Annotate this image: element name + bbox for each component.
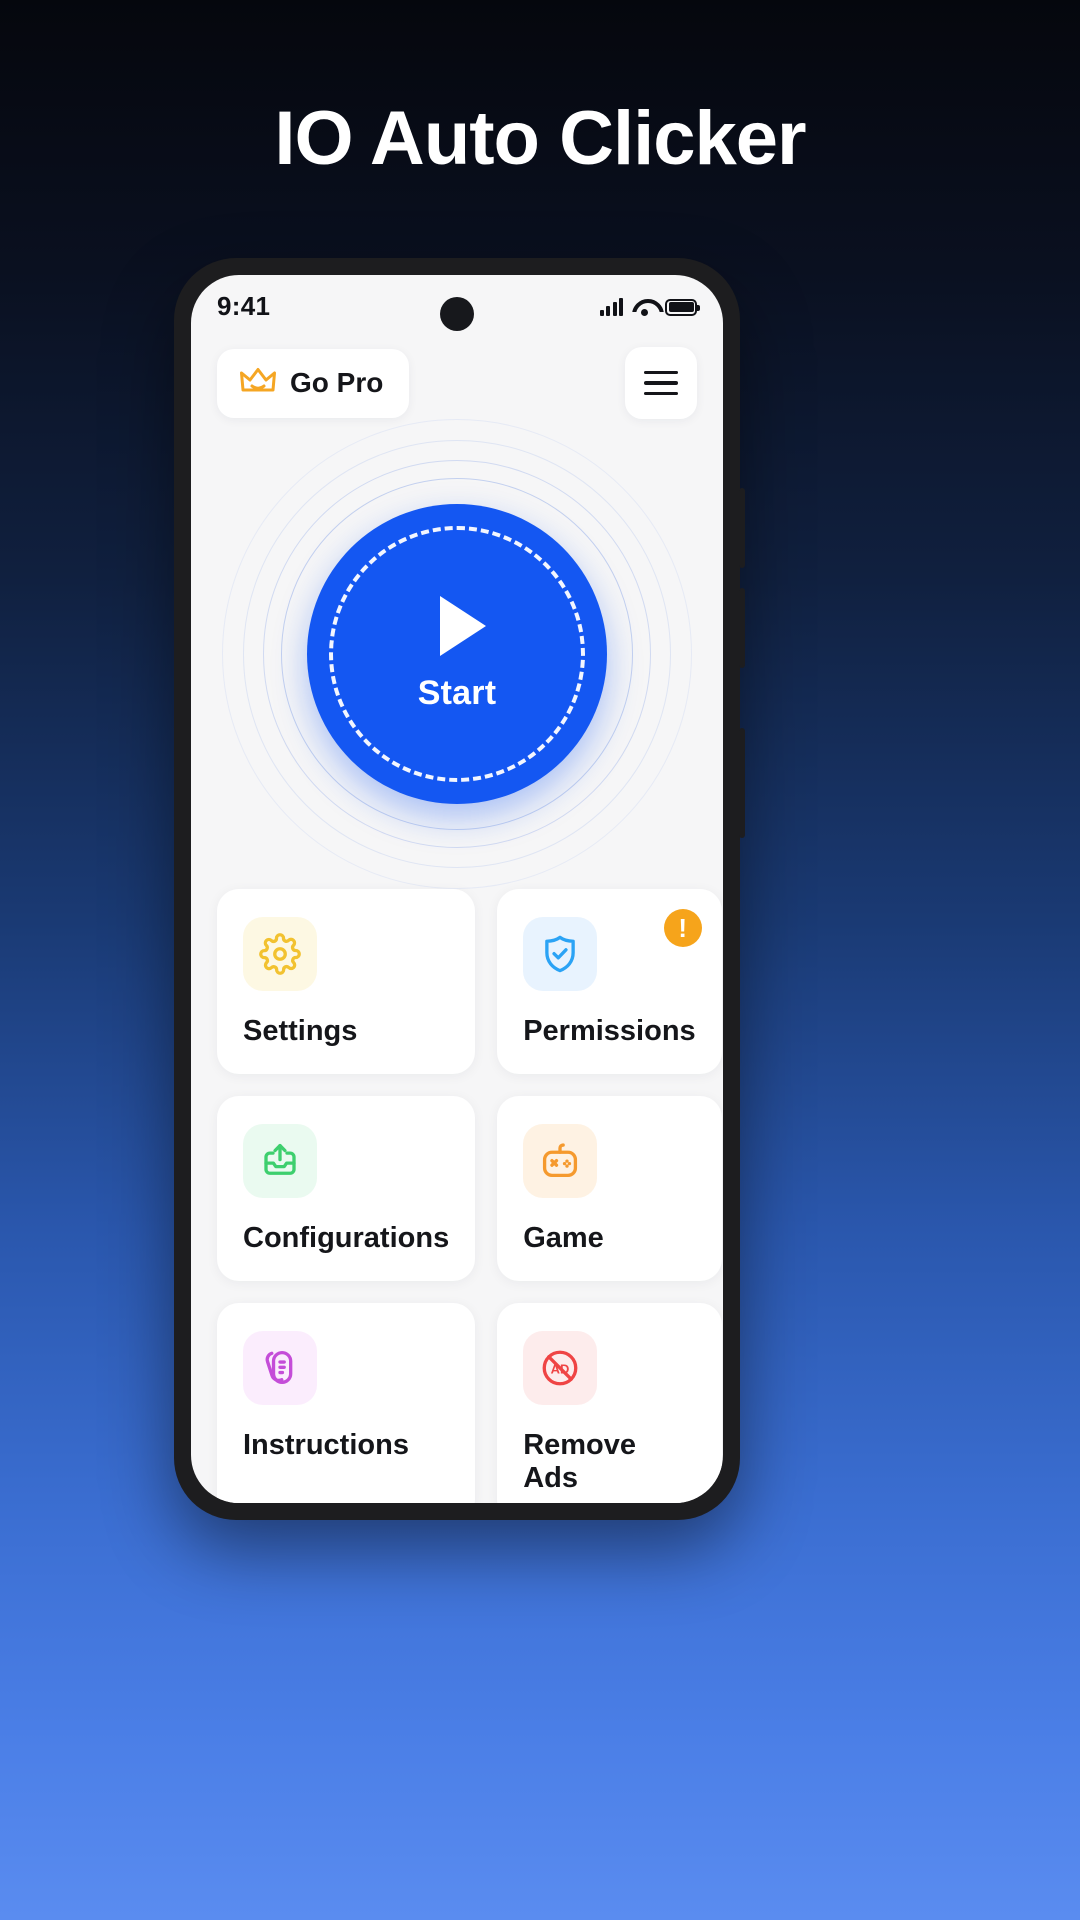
volume-up-button[interactable] — [739, 488, 745, 568]
go-pro-label: Go Pro — [290, 367, 384, 398]
card-label: Configurations — [243, 1222, 450, 1254]
gear-icon — [243, 917, 317, 991]
card-configurations[interactable]: Configurations — [217, 1096, 476, 1281]
card-label: Instructions — [243, 1429, 409, 1461]
dashed-ring-decoration — [329, 526, 585, 782]
signal-bars-icon — [599, 297, 623, 316]
crown-icon — [239, 366, 277, 401]
no-ads-icon: AD — [523, 1331, 598, 1405]
front-camera-punch-hole-icon — [440, 297, 474, 331]
power-button[interactable] — [739, 728, 745, 838]
card-instructions[interactable]: Instructions — [217, 1303, 476, 1503]
page-title: IO Auto Clicker — [274, 96, 806, 181]
hamburger-menu-button[interactable] — [625, 347, 697, 419]
hamburger-menu-icon — [644, 370, 678, 396]
card-label: Permissions — [523, 1015, 696, 1047]
feature-grid: Settings ! Permissions Configurations Ga… — [191, 889, 723, 1503]
app-top-bar: Go Pro — [191, 337, 723, 419]
instructions-book-icon — [243, 1331, 317, 1405]
start-button[interactable]: Start — [307, 504, 607, 804]
phone-screen: 9:41 Go Pro Start Settings ! Permissions… — [191, 275, 723, 1503]
battery-full-icon — [665, 298, 700, 316]
upload-tray-icon — [243, 1124, 317, 1198]
status-icons — [599, 297, 700, 316]
card-label: Remove Ads — [523, 1429, 637, 1494]
wifi-icon — [632, 297, 656, 316]
start-button-area: Start — [191, 419, 723, 889]
go-pro-button[interactable]: Go Pro — [217, 348, 410, 418]
gamepad-icon — [523, 1124, 598, 1198]
card-label: Settings — [243, 1015, 358, 1047]
card-label: Game — [523, 1222, 604, 1254]
svg-text:AD: AD — [551, 1361, 570, 1376]
status-badge: ! — [663, 909, 702, 947]
card-remove-ads[interactable]: AD Remove Ads — [497, 1303, 722, 1503]
shield-check-icon — [523, 917, 598, 991]
card-settings[interactable]: Settings — [217, 889, 476, 1074]
card-game[interactable]: Game — [497, 1096, 722, 1281]
card-permissions[interactable]: ! Permissions — [497, 889, 722, 1074]
status-bar: 9:41 — [191, 275, 723, 337]
phone-mockup: 9:41 Go Pro Start Settings ! Permissions… — [174, 258, 745, 1520]
status-time: 9:41 — [217, 290, 271, 321]
volume-down-button[interactable] — [739, 588, 745, 668]
